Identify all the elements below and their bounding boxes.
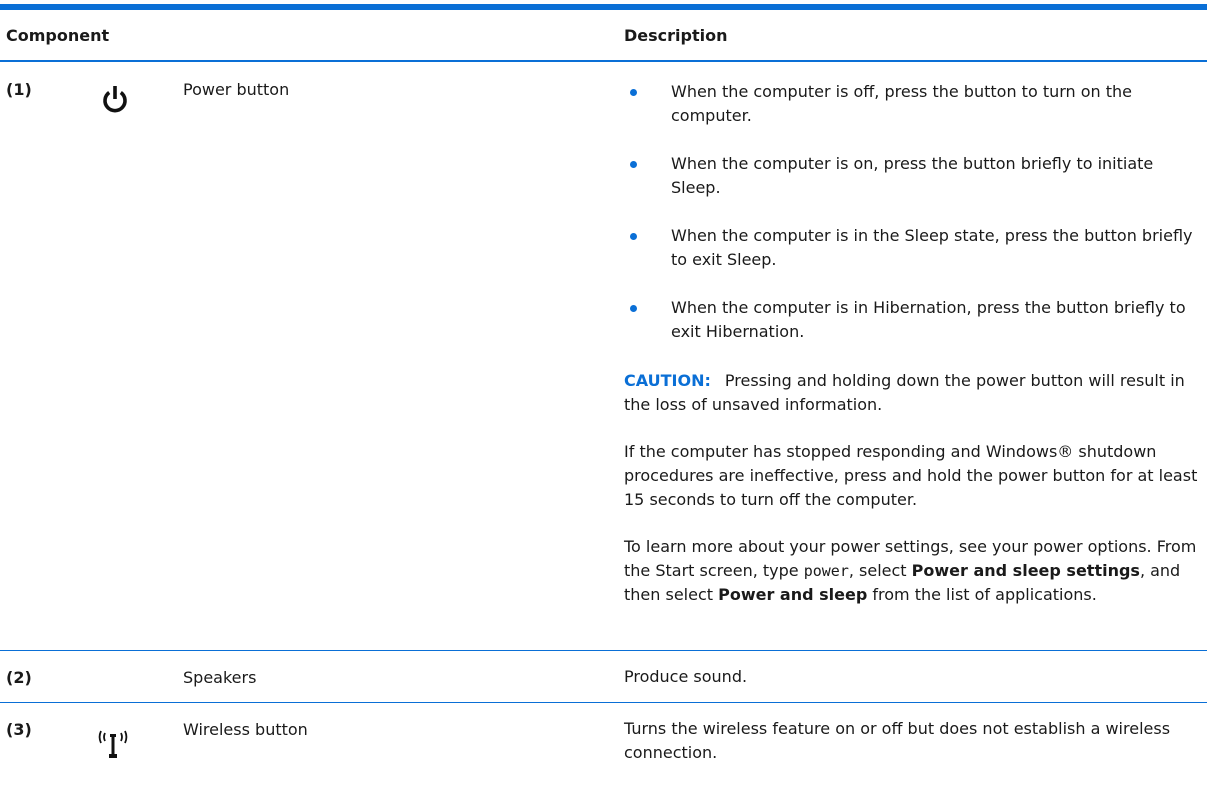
text-run: from the list of applications. (867, 585, 1097, 604)
list-item-text: When the computer is off, press the butt… (671, 82, 1133, 125)
bold-text: Power and sleep (718, 585, 868, 604)
bullet-dot (630, 161, 637, 168)
header-description: Description (624, 26, 728, 45)
row-rule (0, 702, 1207, 703)
list-item-text: When the computer is in the Sleep state,… (671, 226, 1193, 269)
bullet-dot (630, 89, 637, 96)
caution-note: CAUTION: Pressing and holding down the po… (624, 369, 1204, 417)
bold-text: Power and sleep settings (911, 561, 1140, 580)
bullet-dot (630, 305, 637, 312)
row-number: (3) (6, 720, 32, 739)
list-item: When the computer is in the Sleep state,… (624, 224, 1204, 272)
description-paragraph: To learn more about your power settings,… (624, 535, 1204, 607)
list-item: When the computer is in Hibernation, pre… (624, 296, 1204, 344)
text-run: , select (848, 561, 912, 580)
component-name: Power button (183, 80, 290, 99)
code-text: power (803, 562, 849, 580)
list-item-text: When the computer is in Hibernation, pre… (671, 298, 1186, 341)
description-paragraph: If the computer has stopped responding a… (624, 442, 1198, 509)
list-item: When the computer is off, press the butt… (624, 80, 1204, 128)
list-item-text: When the computer is on, press the butto… (671, 154, 1154, 197)
list-item: When the computer is on, press the butto… (624, 152, 1204, 200)
bullet-dot (630, 233, 637, 240)
description-paragraph: Turns the wireless feature on or off but… (624, 719, 1171, 762)
row-number: (2) (6, 668, 32, 687)
header-component: Component (6, 26, 110, 45)
row-number: (1) (6, 80, 32, 99)
power-icon (101, 84, 129, 120)
component-table: Component Description (1) Power button W… (0, 0, 1207, 793)
caution-label: CAUTION: (624, 371, 711, 390)
top-rule (0, 4, 1207, 10)
wireless-icon (96, 728, 130, 764)
component-name: Speakers (183, 668, 257, 687)
description-paragraph: Produce sound. (624, 667, 748, 686)
header-rule (0, 60, 1207, 62)
row-rule (0, 650, 1207, 651)
component-name: Wireless button (183, 720, 308, 739)
